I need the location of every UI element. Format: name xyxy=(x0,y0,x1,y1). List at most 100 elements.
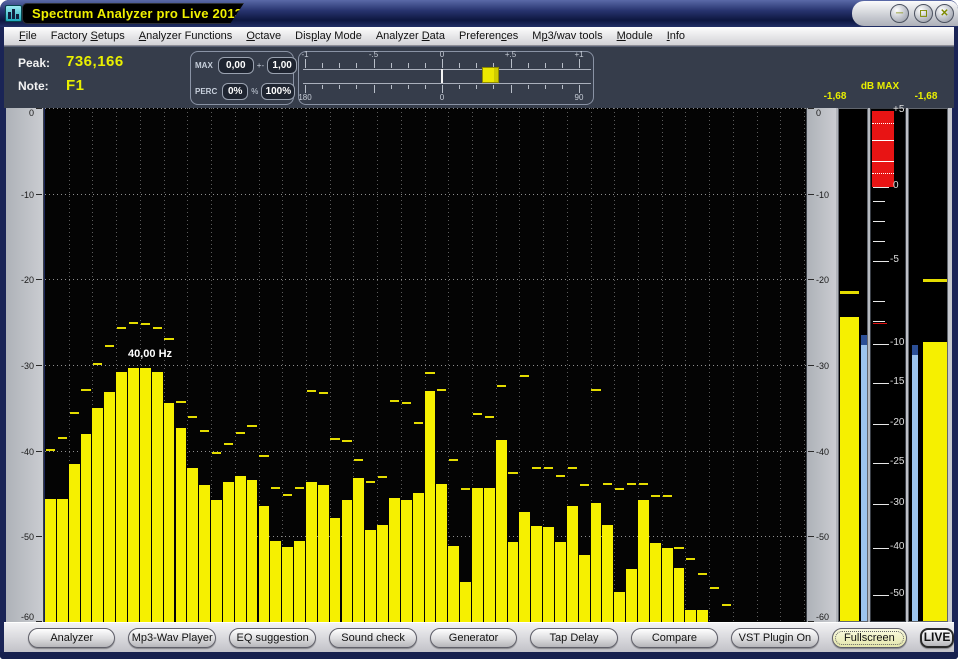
button-live[interactable]: LIVE xyxy=(920,628,954,648)
slider-scale-top-label: 0 xyxy=(440,50,444,59)
peak-hold-marker xyxy=(176,401,185,403)
slider-handle[interactable] xyxy=(482,67,499,83)
peak-hold-marker xyxy=(319,392,328,394)
grid-line-vertical xyxy=(709,108,710,622)
menu-item-file[interactable]: File xyxy=(12,29,44,43)
spectrum-bar xyxy=(342,500,353,622)
axis-label-right: 0 xyxy=(816,108,821,118)
minimize-button[interactable]: ─ xyxy=(890,4,909,23)
peak-hold-marker xyxy=(105,345,114,347)
button-analyzer[interactable]: Analyzer xyxy=(28,628,115,648)
axis-label-left: -60 xyxy=(21,612,34,622)
spectrum-bar xyxy=(567,506,578,623)
window-bottom-edge xyxy=(0,652,958,659)
slider-tick-top xyxy=(476,63,477,68)
peak-hold-marker xyxy=(402,402,411,404)
axis-label-left: -40 xyxy=(21,447,34,457)
max-low-field[interactable]: 0,00 xyxy=(218,57,254,74)
spectrum-bar xyxy=(353,478,364,622)
grid-line-vertical xyxy=(614,108,615,622)
peak-hold-marker xyxy=(580,484,589,486)
button-compare[interactable]: Compare xyxy=(631,628,718,648)
meter-peak-left xyxy=(840,291,859,294)
spectrum-bar xyxy=(579,555,590,622)
peak-hold-marker xyxy=(414,422,423,424)
axis-label-left: -50 xyxy=(21,532,34,542)
slider-tick-bottom xyxy=(511,85,512,93)
menu-item-module[interactable]: Module xyxy=(610,29,660,43)
db-max-label: dB MAX xyxy=(847,81,913,92)
peak-hold-marker xyxy=(651,495,660,497)
button-sound-check[interactable]: Sound check xyxy=(329,628,416,648)
peak-hold-marker xyxy=(212,452,221,454)
axis-tick-left xyxy=(36,536,42,537)
grid-line-horizontal xyxy=(45,194,806,195)
spectrum-bar xyxy=(187,468,198,622)
spectrum-bar xyxy=(448,546,459,622)
meter-bar-rms-right xyxy=(912,346,918,621)
level-meters: +50-5-10-15-20-25-30-40-50 xyxy=(836,108,952,622)
slider-tick-top xyxy=(425,63,426,68)
peak-hold-marker xyxy=(520,375,529,377)
close-button[interactable]: ✕ xyxy=(935,4,954,23)
spectrum-bar xyxy=(282,547,293,622)
menu-item-octave[interactable]: Octave xyxy=(239,29,288,43)
button-tap-delay[interactable]: Tap Delay xyxy=(530,628,617,648)
maximize-button[interactable]: ◻ xyxy=(914,4,933,23)
grid-line-vertical xyxy=(662,108,663,622)
max-high-field[interactable]: 1,00 xyxy=(267,57,297,74)
grid-line-horizontal xyxy=(45,365,806,366)
spectrum-bar xyxy=(472,488,483,623)
title-bar: Spectrum Analyzer pro Live 2013 ─◻✕ xyxy=(0,0,958,27)
button-fullscreen[interactable]: Fullscreen xyxy=(832,628,908,648)
peak-hold-marker xyxy=(141,323,150,325)
meter-scale-tick xyxy=(873,595,889,596)
spectrum-bar xyxy=(389,498,400,622)
button-generator[interactable]: Generator xyxy=(430,628,517,648)
meter-scale-label: +5 xyxy=(893,105,904,115)
peak-hold-marker xyxy=(627,483,636,485)
axis-label-left: -20 xyxy=(21,275,34,285)
slider-tick-bottom xyxy=(391,85,392,89)
peak-hold-marker xyxy=(330,438,339,440)
peak-hold-marker xyxy=(354,459,363,461)
perc-low-field[interactable]: 0% xyxy=(222,83,248,100)
button-mp3-wav-player[interactable]: Mp3-Wav Player xyxy=(128,628,215,648)
menu-item-display-mode[interactable]: Display Mode xyxy=(288,29,369,43)
peak-hold-marker xyxy=(639,483,648,485)
slider-tick-top xyxy=(408,63,409,68)
peak-hold-marker xyxy=(663,495,672,497)
spectrum-bar xyxy=(330,518,341,622)
menu-item-analyzer-functions[interactable]: Analyzer Functions xyxy=(132,29,240,43)
menu-item-mp3-wav-tools[interactable]: Mp3/wav tools xyxy=(525,29,609,43)
perc-high-field[interactable]: 100% xyxy=(261,83,295,100)
peak-hold-marker xyxy=(603,483,612,485)
slider-tick-bottom xyxy=(339,85,340,89)
meter-scale-tick xyxy=(873,344,889,345)
max-perc-panel: MAX 0,00 +- 1,00 PERC 0% % 100% xyxy=(190,51,294,105)
button-eq-suggestion[interactable]: EQ suggestion xyxy=(229,628,316,648)
menu-item-info[interactable]: Info xyxy=(660,29,692,43)
axis-label-left: 0 xyxy=(29,108,34,118)
menu-item-factory-setups[interactable]: Factory Setups xyxy=(44,29,132,43)
spectrum-bar xyxy=(685,610,696,622)
meter-rms-cap-right xyxy=(912,345,918,355)
spectrum-bar xyxy=(128,368,139,622)
button-vst-plugin-on[interactable]: VST Plugin On xyxy=(731,628,818,648)
slider-tick-bottom xyxy=(425,85,426,89)
peak-hold-marker xyxy=(188,416,197,418)
spectrum-bar xyxy=(602,525,613,622)
meter-scale-tick xyxy=(873,504,889,505)
axis-label-left: -30 xyxy=(21,361,34,371)
slider-tick-bottom xyxy=(476,85,477,89)
menu-item-analyzer-data[interactable]: Analyzer Data xyxy=(369,29,452,43)
spectrum-y-axis-left: 0-10-20-30-40-50-60 xyxy=(6,108,44,622)
peak-hold-marker xyxy=(70,412,79,414)
grid-line-horizontal xyxy=(45,108,806,109)
peak-label: Peak: xyxy=(18,56,50,70)
menu-item-preferences[interactable]: Preferences xyxy=(452,29,525,43)
spectrum-bar xyxy=(436,484,447,622)
spectrum-bar xyxy=(460,582,471,622)
slider-tick-top xyxy=(528,63,529,68)
slider-tick-bottom xyxy=(408,85,409,89)
